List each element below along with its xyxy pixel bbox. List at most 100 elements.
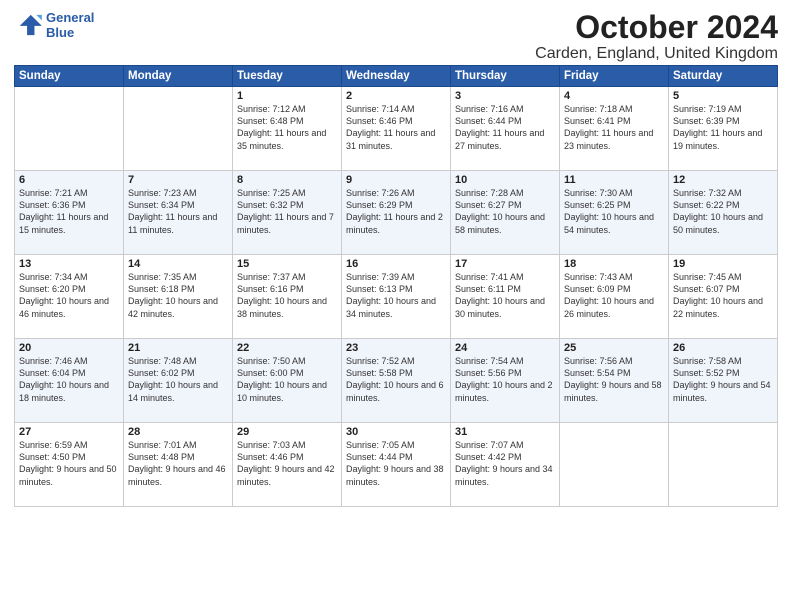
day-number: 24 xyxy=(455,342,555,354)
cell-content: Sunrise: 7:16 AM Sunset: 6:44 PM Dayligh… xyxy=(455,103,555,152)
cell-1-7: 5Sunrise: 7:19 AM Sunset: 6:39 PM Daylig… xyxy=(669,87,778,171)
cell-content: Sunrise: 7:25 AM Sunset: 6:32 PM Dayligh… xyxy=(237,187,337,236)
cell-content: Sunrise: 7:07 AM Sunset: 4:42 PM Dayligh… xyxy=(455,439,555,488)
cell-4-1: 20Sunrise: 7:46 AM Sunset: 6:04 PM Dayli… xyxy=(15,339,124,423)
logo-text: General Blue xyxy=(46,10,94,40)
cell-content: Sunrise: 7:12 AM Sunset: 6:48 PM Dayligh… xyxy=(237,103,337,152)
cell-4-3: 22Sunrise: 7:50 AM Sunset: 6:00 PM Dayli… xyxy=(233,339,342,423)
cell-content: Sunrise: 7:50 AM Sunset: 6:00 PM Dayligh… xyxy=(237,355,337,404)
cell-content: Sunrise: 7:01 AM Sunset: 4:48 PM Dayligh… xyxy=(128,439,228,488)
cell-content: Sunrise: 7:58 AM Sunset: 5:52 PM Dayligh… xyxy=(673,355,773,404)
cell-content: Sunrise: 7:28 AM Sunset: 6:27 PM Dayligh… xyxy=(455,187,555,236)
col-header-monday: Monday xyxy=(124,66,233,87)
day-number: 5 xyxy=(673,90,773,102)
day-number: 16 xyxy=(346,258,446,270)
cell-content: Sunrise: 7:54 AM Sunset: 5:56 PM Dayligh… xyxy=(455,355,555,404)
day-number: 12 xyxy=(673,174,773,186)
calendar-table: SundayMondayTuesdayWednesdayThursdayFrid… xyxy=(14,65,778,507)
cell-3-5: 17Sunrise: 7:41 AM Sunset: 6:11 PM Dayli… xyxy=(451,255,560,339)
col-header-wednesday: Wednesday xyxy=(342,66,451,87)
col-header-thursday: Thursday xyxy=(451,66,560,87)
col-header-saturday: Saturday xyxy=(669,66,778,87)
logo-icon xyxy=(14,13,42,37)
day-number: 25 xyxy=(564,342,664,354)
day-number: 19 xyxy=(673,258,773,270)
month-title: October 2024 xyxy=(535,10,778,45)
cell-content: Sunrise: 7:34 AM Sunset: 6:20 PM Dayligh… xyxy=(19,271,119,320)
cell-content: Sunrise: 7:32 AM Sunset: 6:22 PM Dayligh… xyxy=(673,187,773,236)
cell-content: Sunrise: 7:45 AM Sunset: 6:07 PM Dayligh… xyxy=(673,271,773,320)
cell-2-7: 12Sunrise: 7:32 AM Sunset: 6:22 PM Dayli… xyxy=(669,171,778,255)
cell-1-2 xyxy=(124,87,233,171)
cell-4-6: 25Sunrise: 7:56 AM Sunset: 5:54 PM Dayli… xyxy=(560,339,669,423)
cell-content: Sunrise: 7:21 AM Sunset: 6:36 PM Dayligh… xyxy=(19,187,119,236)
day-number: 22 xyxy=(237,342,337,354)
cell-2-5: 10Sunrise: 7:28 AM Sunset: 6:27 PM Dayli… xyxy=(451,171,560,255)
cell-content: Sunrise: 7:05 AM Sunset: 4:44 PM Dayligh… xyxy=(346,439,446,488)
day-number: 14 xyxy=(128,258,228,270)
cell-4-2: 21Sunrise: 7:48 AM Sunset: 6:02 PM Dayli… xyxy=(124,339,233,423)
cell-content: Sunrise: 7:26 AM Sunset: 6:29 PM Dayligh… xyxy=(346,187,446,236)
day-number: 27 xyxy=(19,426,119,438)
header-row: SundayMondayTuesdayWednesdayThursdayFrid… xyxy=(15,66,778,87)
logo: General Blue xyxy=(14,10,94,40)
cell-3-4: 16Sunrise: 7:39 AM Sunset: 6:13 PM Dayli… xyxy=(342,255,451,339)
cell-5-6 xyxy=(560,423,669,507)
day-number: 10 xyxy=(455,174,555,186)
day-number: 6 xyxy=(19,174,119,186)
header: General Blue October 2024 Carden, Englan… xyxy=(14,10,778,63)
day-number: 17 xyxy=(455,258,555,270)
cell-content: Sunrise: 7:52 AM Sunset: 5:58 PM Dayligh… xyxy=(346,355,446,404)
day-number: 7 xyxy=(128,174,228,186)
cell-1-3: 1Sunrise: 7:12 AM Sunset: 6:48 PM Daylig… xyxy=(233,87,342,171)
day-number: 15 xyxy=(237,258,337,270)
day-number: 31 xyxy=(455,426,555,438)
cell-5-4: 30Sunrise: 7:05 AM Sunset: 4:44 PM Dayli… xyxy=(342,423,451,507)
day-number: 2 xyxy=(346,90,446,102)
cell-4-7: 26Sunrise: 7:58 AM Sunset: 5:52 PM Dayli… xyxy=(669,339,778,423)
cell-content: Sunrise: 7:48 AM Sunset: 6:02 PM Dayligh… xyxy=(128,355,228,404)
day-number: 1 xyxy=(237,90,337,102)
day-number: 23 xyxy=(346,342,446,354)
day-number: 4 xyxy=(564,90,664,102)
day-number: 8 xyxy=(237,174,337,186)
cell-1-5: 3Sunrise: 7:16 AM Sunset: 6:44 PM Daylig… xyxy=(451,87,560,171)
week-row-5: 27Sunrise: 6:59 AM Sunset: 4:50 PM Dayli… xyxy=(15,423,778,507)
cell-content: Sunrise: 7:18 AM Sunset: 6:41 PM Dayligh… xyxy=(564,103,664,152)
cell-content: Sunrise: 7:41 AM Sunset: 6:11 PM Dayligh… xyxy=(455,271,555,320)
title-block: October 2024 Carden, England, United Kin… xyxy=(535,10,778,63)
cell-content: Sunrise: 7:23 AM Sunset: 6:34 PM Dayligh… xyxy=(128,187,228,236)
col-header-sunday: Sunday xyxy=(15,66,124,87)
cell-1-1 xyxy=(15,87,124,171)
cell-content: Sunrise: 6:59 AM Sunset: 4:50 PM Dayligh… xyxy=(19,439,119,488)
cell-2-3: 8Sunrise: 7:25 AM Sunset: 6:32 PM Daylig… xyxy=(233,171,342,255)
cell-content: Sunrise: 7:19 AM Sunset: 6:39 PM Dayligh… xyxy=(673,103,773,152)
cell-content: Sunrise: 7:43 AM Sunset: 6:09 PM Dayligh… xyxy=(564,271,664,320)
cell-5-5: 31Sunrise: 7:07 AM Sunset: 4:42 PM Dayli… xyxy=(451,423,560,507)
day-number: 21 xyxy=(128,342,228,354)
cell-3-7: 19Sunrise: 7:45 AM Sunset: 6:07 PM Dayli… xyxy=(669,255,778,339)
week-row-4: 20Sunrise: 7:46 AM Sunset: 6:04 PM Dayli… xyxy=(15,339,778,423)
week-row-1: 1Sunrise: 7:12 AM Sunset: 6:48 PM Daylig… xyxy=(15,87,778,171)
cell-5-2: 28Sunrise: 7:01 AM Sunset: 4:48 PM Dayli… xyxy=(124,423,233,507)
day-number: 20 xyxy=(19,342,119,354)
week-row-3: 13Sunrise: 7:34 AM Sunset: 6:20 PM Dayli… xyxy=(15,255,778,339)
cell-content: Sunrise: 7:03 AM Sunset: 4:46 PM Dayligh… xyxy=(237,439,337,488)
day-number: 30 xyxy=(346,426,446,438)
day-number: 11 xyxy=(564,174,664,186)
cell-content: Sunrise: 7:35 AM Sunset: 6:18 PM Dayligh… xyxy=(128,271,228,320)
day-number: 29 xyxy=(237,426,337,438)
day-number: 9 xyxy=(346,174,446,186)
cell-content: Sunrise: 7:37 AM Sunset: 6:16 PM Dayligh… xyxy=(237,271,337,320)
day-number: 3 xyxy=(455,90,555,102)
day-number: 13 xyxy=(19,258,119,270)
cell-4-5: 24Sunrise: 7:54 AM Sunset: 5:56 PM Dayli… xyxy=(451,339,560,423)
cell-2-6: 11Sunrise: 7:30 AM Sunset: 6:25 PM Dayli… xyxy=(560,171,669,255)
cell-3-2: 14Sunrise: 7:35 AM Sunset: 6:18 PM Dayli… xyxy=(124,255,233,339)
cell-4-4: 23Sunrise: 7:52 AM Sunset: 5:58 PM Dayli… xyxy=(342,339,451,423)
cell-2-1: 6Sunrise: 7:21 AM Sunset: 6:36 PM Daylig… xyxy=(15,171,124,255)
cell-5-1: 27Sunrise: 6:59 AM Sunset: 4:50 PM Dayli… xyxy=(15,423,124,507)
cell-2-2: 7Sunrise: 7:23 AM Sunset: 6:34 PM Daylig… xyxy=(124,171,233,255)
cell-content: Sunrise: 7:14 AM Sunset: 6:46 PM Dayligh… xyxy=(346,103,446,152)
location-title: Carden, England, United Kingdom xyxy=(535,45,778,63)
